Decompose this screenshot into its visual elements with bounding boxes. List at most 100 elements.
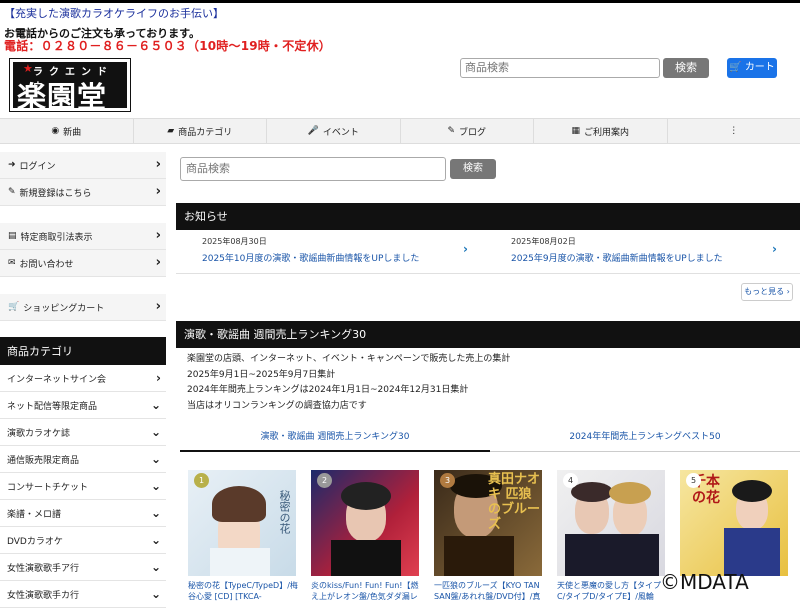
cover-title: 真田ナオキ 匹狼のブルーズ <box>488 472 540 532</box>
category-item[interactable]: DVDカラオケ ⌄ <box>0 527 166 554</box>
product-card[interactable]: 4 天使と悪魔の愛し方【タイプC/タイプD/タイプE】/風輪 [CD] <box>557 470 667 602</box>
nav-more[interactable]: ⋮ <box>668 119 800 143</box>
chevron-down-icon[interactable]: ⌄ <box>151 479 161 493</box>
more-news-button[interactable]: もっと見る › <box>741 283 793 301</box>
nav-label: イベント <box>323 125 359 138</box>
product-card[interactable]: 秘密の花 1 秘密の花【TypeC/TypeD】/梅谷心愛 [CD] [TKCA… <box>188 470 298 602</box>
pencil-icon: ✎ <box>8 187 16 197</box>
main-search-button[interactable]: 検索 <box>450 159 496 179</box>
chevron-down-icon[interactable]: ⌄ <box>151 452 161 466</box>
category-label: 通信販売限定商品 <box>7 453 79 466</box>
cover-title: 秘密の花 <box>276 490 292 534</box>
sidebar-item-contact[interactable]: ✉ お問い合わせ › <box>0 250 166 277</box>
chevron-down-icon[interactable]: ⌄ <box>151 398 161 412</box>
document-icon: ▤ <box>8 231 17 241</box>
category-item[interactable]: 女性演歌歌手ア行 ⌄ <box>0 554 166 581</box>
product-card[interactable]: 真田ナオキ 匹狼のブルーズ 3 一匹狼のブルーズ【KYO TAN SAN盤/あれ… <box>434 470 544 602</box>
chevron-right-icon: › <box>156 299 161 314</box>
disc-icon: ◉ <box>51 126 59 136</box>
category-item[interactable]: 女性演歌歌手カ行 ⌄ <box>0 581 166 608</box>
nav-label: ご利用案内 <box>584 125 629 138</box>
rank-badge: 4 <box>563 473 578 488</box>
cart-label: カート <box>745 62 775 73</box>
nav-events[interactable]: 🎤 イベント <box>267 119 401 143</box>
category-item[interactable]: 演歌カラオケ誌 ⌄ <box>0 419 166 446</box>
news-item[interactable]: 2025年08月30日 2025年10月度の演歌・歌謡曲新曲情報をUPしました <box>202 236 502 264</box>
product-cover[interactable]: 千本の花 5 <box>680 470 788 576</box>
category-label: DVDカラオケ <box>7 534 63 547</box>
nav-categories[interactable]: ▰ 商品カテゴリ <box>134 119 268 143</box>
product-title[interactable]: 炎のkiss/Fun! Fun! Fun!【燃え上がレオン盤/色気ダダ漏レオン <box>311 580 421 602</box>
category-label: 女性演歌歌手ア行 <box>7 561 79 574</box>
nav-blog[interactable]: ✎ ブログ <box>401 119 535 143</box>
chevron-down-icon[interactable]: ⌄ <box>151 506 161 520</box>
sidebar-item-legal[interactable]: ▤ 特定商取引法表示 › <box>0 223 166 250</box>
chevron-right-icon[interactable]: › <box>772 242 777 256</box>
login-icon: ➜ <box>8 160 16 170</box>
sidebar-item-cart[interactable]: 🛒 ショッピングカート › <box>0 294 166 321</box>
sidebar-item-label: 新規登録はこちら <box>20 186 92 199</box>
main-search-input[interactable] <box>180 157 446 181</box>
sidebar-item-register[interactable]: ✎ 新規登録はこちら › <box>0 179 166 206</box>
product-title[interactable]: 一匹狼のブルーズ【KYO TAN SAN盤/あれれ盤/DVD付】/真 <box>434 580 544 602</box>
category-label: 演歌カラオケ誌 <box>7 426 70 439</box>
ranking-desc-line: 当店はオリコンランキングの調査協力店です <box>187 399 510 415</box>
product-cover[interactable]: 2 <box>311 470 419 576</box>
category-item[interactable]: 通信販売限定商品 ⌄ <box>0 446 166 473</box>
cart-button[interactable]: 🛒 カート <box>727 58 777 78</box>
category-item[interactable]: 楽譜・メロ譜 ⌄ <box>0 500 166 527</box>
sidebar-spacer <box>0 277 166 294</box>
nav-guide[interactable]: ▦ ご利用案内 <box>534 119 668 143</box>
chevron-down-icon[interactable]: ⌄ <box>151 425 161 439</box>
category-item[interactable]: コンサートチケット⌄ <box>0 473 166 500</box>
product-title[interactable]: 天使と悪魔の愛し方【タイプC/タイプD/タイプE】/風輪 [CD] <box>557 580 667 602</box>
chevron-down-icon[interactable]: ⌄ <box>151 587 161 601</box>
product-cover[interactable]: 真田ナオキ 匹狼のブルーズ 3 <box>434 470 542 576</box>
news-title[interactable]: 2025年9月度の演歌・歌謡曲新曲情報をUPしました <box>511 251 800 264</box>
category-item[interactable]: ネット配信等限定商品 ⌄ <box>0 392 166 419</box>
microphone-icon: 🎤 <box>308 126 319 136</box>
news-date: 2025年08月02日 <box>511 236 800 247</box>
header-search-input[interactable] <box>460 58 660 78</box>
top-border <box>0 0 800 3</box>
header-search-button[interactable]: 検索 <box>663 58 709 78</box>
category-label: ネット配信等限定商品 <box>7 399 97 412</box>
ranking-desc-line: 楽園堂の店頭、インターネット、イベント・キャンペーンで販売した売上の集計 <box>187 352 510 368</box>
chevron-right-icon: › <box>156 184 161 199</box>
rank-badge: 3 <box>440 473 455 488</box>
sidebar-item-label: お問い合わせ <box>20 257 74 270</box>
news-item[interactable]: 2025年08月02日 2025年9月度の演歌・歌謡曲新曲情報をUPしました <box>511 236 800 264</box>
rank-badge: 1 <box>194 473 209 488</box>
nav-label: 商品カテゴリ <box>178 125 232 138</box>
product-title[interactable]: 秘密の花【TypeC/TypeD】/梅谷心愛 [CD] [TKCA- <box>188 580 298 602</box>
news-date: 2025年08月30日 <box>202 236 502 247</box>
category-label: インターネットサイン会 <box>7 372 106 385</box>
news-title[interactable]: 2025年10月度の演歌・歌謡曲新曲情報をUPしました <box>202 251 502 264</box>
site-tagline: 【充実した演歌カラオケライフのお手伝い】 <box>4 5 224 21</box>
chevron-right-icon: › <box>156 228 161 243</box>
edit-icon: ✎ <box>447 126 455 136</box>
product-cover[interactable]: 4 <box>557 470 665 576</box>
tab-annual-ranking[interactable]: 2024年年間売上ランキングベスト50 <box>490 426 800 452</box>
site-logo[interactable]: ★ ラクエンドウ 楽園堂 <box>10 59 130 111</box>
chevron-right-icon[interactable]: › <box>463 242 468 256</box>
product-card[interactable]: 2 炎のkiss/Fun! Fun! Fun!【燃え上がレオン盤/色気ダダ漏レオ… <box>311 470 421 602</box>
chevron-down-icon[interactable]: ⌄ <box>151 560 161 574</box>
category-list: インターネットサイン会 › ネット配信等限定商品 ⌄ 演歌カラオケ誌 ⌄ 通信販売限定商品 ⌄… <box>0 365 166 608</box>
tab-weekly-ranking[interactable]: 演歌・歌謡曲 週間売上ランキング30 <box>180 426 490 452</box>
sidebar-item-login[interactable]: ➜ ログイン › <box>0 152 166 179</box>
chevron-down-icon[interactable]: ⌄ <box>151 533 161 547</box>
category-item[interactable]: インターネットサイン会 › <box>0 365 166 392</box>
category-label: 楽譜・メロ譜 <box>7 507 61 520</box>
chevron-right-icon[interactable]: › <box>156 371 161 385</box>
category-label: 女性演歌歌手カ行 <box>7 588 79 601</box>
mail-icon: ✉ <box>8 258 16 268</box>
ranking-heading: 演歌・歌謡曲 週間売上ランキング30 <box>176 321 800 348</box>
product-cover[interactable]: 秘密の花 1 <box>188 470 296 576</box>
sidebar-item-label: ショッピングカート <box>23 301 104 314</box>
category-heading: 商品カテゴリ <box>0 337 166 365</box>
ranking-desc-line: 2025年9月1日~2025年9月7日集計 <box>187 368 510 384</box>
nav-new-songs[interactable]: ◉ 新曲 <box>0 119 134 143</box>
map-icon: ▦ <box>571 126 580 136</box>
sidebar-spacer <box>0 321 166 337</box>
